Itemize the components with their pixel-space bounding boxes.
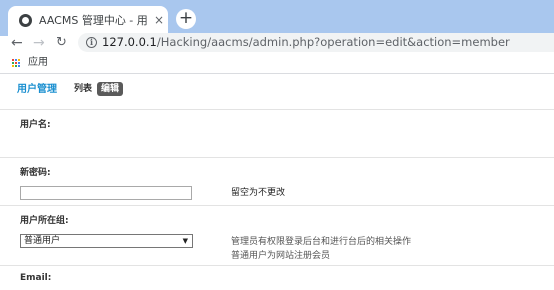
forward-arrow-icon[interactable]: → (33, 36, 45, 50)
page-title: 用户管理 (17, 84, 57, 95)
browser-tab[interactable]: AACMS 管理中心 - 用户 - 编辑用户 × (8, 6, 168, 36)
group-select-value: 普通用户 (24, 236, 61, 246)
group-row: 用户所在组: 普通用户 ▼ 管理员有权限登录后台和进行台后的相关操作 普通用户为… (0, 205, 554, 265)
bookmarks-bar: 应用 (0, 52, 554, 74)
info-icon[interactable]: i (86, 37, 97, 48)
group-select[interactable]: 普通用户 ▼ (20, 234, 193, 248)
new-tab-button[interactable]: + (176, 9, 196, 29)
list-link[interactable]: 列表 (74, 83, 92, 96)
apps-grid-icon[interactable] (12, 59, 21, 68)
password-input[interactable] (20, 186, 192, 200)
url-path: /Hacking/aacms/admin.php?operation=edit&… (156, 35, 510, 49)
url-host: 127.0.0.1 (102, 35, 157, 49)
browser-tab-strip: AACMS 管理中心 - 用户 - 编辑用户 × + (0, 0, 554, 36)
chevron-down-icon: ▼ (182, 237, 188, 245)
password-row: 新密码: 留空为不更改 (0, 157, 554, 205)
browser-toolbar: ← → ↻ i 127.0.0.1/Hacking/aacms/admin.ph… (0, 33, 554, 52)
email-row: Email: (0, 265, 554, 290)
address-bar[interactable]: i 127.0.0.1/Hacking/aacms/admin.php?oper… (78, 33, 554, 52)
page-header: 用户管理 列表 编辑 (0, 75, 554, 109)
group-label: 用户所在组: (20, 216, 69, 226)
group-hint-admin: 管理员有权限登录后台和进行台后的相关操作 (231, 237, 412, 247)
bookmark-apps-label[interactable]: 应用 (28, 57, 48, 69)
tab-title: AACMS 管理中心 - 用户 - 编辑用户 (39, 14, 147, 27)
edit-badge[interactable]: 编辑 (97, 82, 124, 96)
globe-icon (19, 14, 32, 27)
password-label: 新密码: (20, 168, 51, 178)
close-tab-icon[interactable]: × (154, 13, 164, 27)
username-row: 用户名: (0, 109, 554, 157)
email-label: Email: (20, 273, 52, 283)
url-text[interactable]: 127.0.0.1/Hacking/aacms/admin.php?operat… (102, 35, 510, 50)
password-hint: 留空为不更改 (231, 188, 286, 198)
group-hint-member: 普通用户为网站注册会员 (231, 251, 331, 261)
username-label: 用户名: (20, 120, 51, 130)
back-arrow-icon[interactable]: ← (11, 36, 23, 50)
reload-icon[interactable]: ↻ (56, 36, 67, 50)
